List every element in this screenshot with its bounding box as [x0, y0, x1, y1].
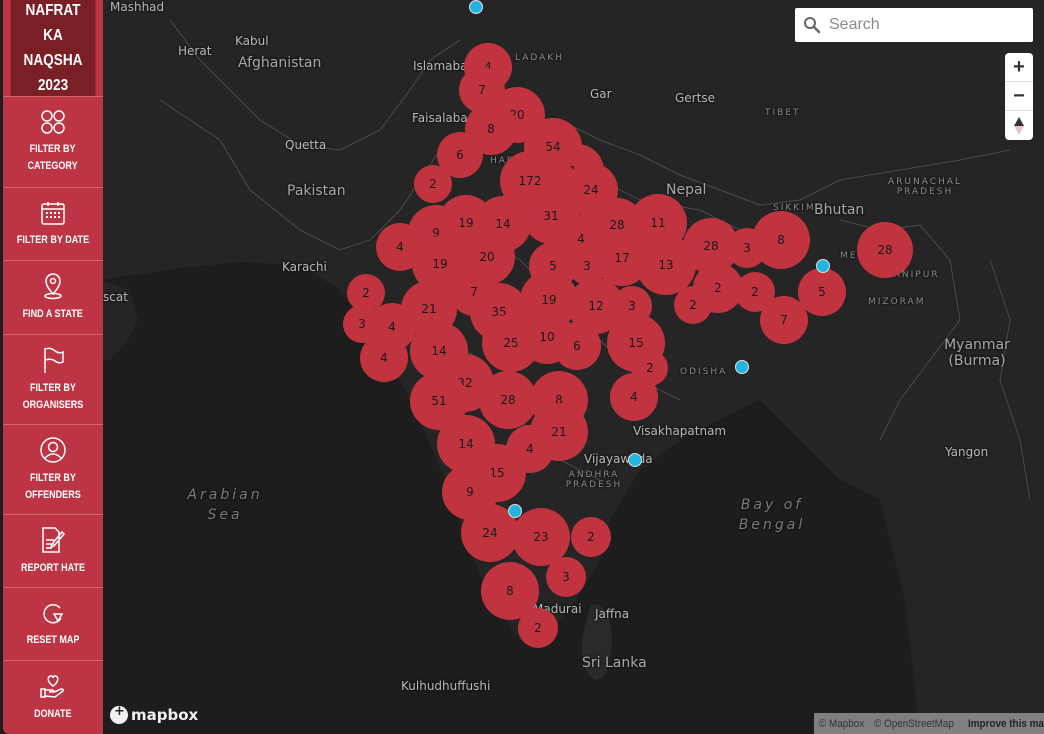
compass-icon [1014, 116, 1024, 135]
map-label-city: Mashhad [110, 0, 165, 14]
map-label-city: Visakhapatnam [633, 424, 727, 438]
map-label-city: scat [103, 290, 128, 304]
map-label-country: Pakistan [287, 183, 346, 199]
incident-cluster[interactable]: 3 [546, 557, 586, 597]
incident-cluster[interactable]: 2 [414, 165, 452, 203]
sidebar-item-label: FILTER BY ORGANISERS [22, 381, 84, 411]
osm-attribution-link[interactable]: © OpenStreetMap [874, 718, 954, 730]
sidebar-item-filter-date[interactable]: FILTER BY DATE [3, 187, 103, 260]
sidebar-item-label: FIND A STATE [22, 308, 84, 320]
incident-cluster[interactable]: 4 [360, 334, 408, 382]
map-label-city: Karachi [282, 260, 327, 274]
sidebar-item-filter-organisers[interactable]: FILTER BY ORGANISERS [3, 334, 103, 424]
map-label-region: LADAKH [515, 53, 564, 63]
hand-heart-icon [40, 674, 64, 698]
map-label-country: Myanmar (Burma) [944, 337, 1010, 369]
incident-cluster[interactable]: 2 [571, 517, 611, 557]
sidebar-item-find-state[interactable]: FIND A STATE [3, 260, 103, 334]
calendar-icon [41, 201, 65, 225]
mapbox-logo-icon [110, 704, 128, 724]
user-circle-icon [40, 436, 66, 463]
map-canvas[interactable]: Mashhad Herat Afghanistan Kabul Islamabad Fai… [0, 0, 1044, 734]
incident-cluster[interactable]: 8 [752, 211, 810, 269]
mapbox-attribution-link[interactable]: © Mapbox [819, 718, 864, 730]
sidebar-item-filter-category[interactable]: FILTER BY CATEGORY [3, 96, 103, 187]
search-box [795, 8, 1033, 42]
map-label-country: Bhutan [814, 202, 865, 218]
map-label-region: MIZORAM [868, 297, 926, 307]
incident-cluster[interactable]: 7 [760, 296, 808, 344]
map-label-country: Nepal [666, 182, 707, 198]
search-input[interactable] [829, 16, 1019, 34]
title-line: NAQSHA [23, 52, 83, 69]
sidebar-item-label: FILTER BY CATEGORY [27, 143, 79, 172]
zoom-in-button[interactable]: + [1005, 53, 1033, 82]
map-navigation-control: + − [1005, 53, 1033, 140]
map-label-sea: Arabian Sea [187, 487, 263, 523]
map-label-city: Gertse [675, 91, 715, 105]
map-pin-icon [44, 273, 62, 300]
map-label-city: Quetta [285, 138, 327, 152]
grid-circles-icon [41, 110, 65, 134]
document-pen-icon [42, 526, 66, 553]
incident-point[interactable] [508, 504, 522, 518]
sidebar-item-label: FILTER BY DATE [16, 233, 90, 246]
sidebar-item-label: REPORT HATE [21, 561, 85, 574]
compass-button[interactable] [1005, 111, 1033, 140]
title-line: 2023 [37, 77, 69, 94]
incident-point[interactable] [469, 0, 483, 14]
incident-point[interactable] [628, 453, 642, 467]
incident-cluster[interactable]: 2 [518, 608, 558, 648]
map-label-region: ODISHA [680, 367, 728, 377]
incident-point[interactable] [735, 360, 749, 374]
title-line: NAFRAT KA [25, 2, 81, 44]
map-label-city: Vijayawada [584, 452, 653, 466]
attribution: © Mapbox © OpenStreetMap Improve this ma… [814, 713, 1044, 734]
sidebar-item-reset-map[interactable]: RESET MAP [3, 587, 103, 660]
sidebar-item-label: FILTER BY OFFENDERS [25, 471, 81, 501]
map-label-country: Sri Lanka [582, 655, 647, 671]
sidebar-item-label: DONATE [34, 707, 72, 720]
map-label-city: Herat [178, 44, 212, 58]
sidebar-item-report-hate[interactable]: REPORT HATE [3, 514, 103, 587]
map-label-city: Jaffna [595, 607, 630, 621]
mapbox-logo[interactable]: mapbox [110, 704, 199, 724]
sidebar: NAFRAT KA NAQSHA 2023 FILTER BY CATEGORY … [3, 0, 103, 734]
incident-cluster[interactable]: 28 [857, 222, 913, 278]
improve-map-link[interactable]: Improve this map [968, 718, 1044, 730]
map-label-city: Kulhudhuffushi [401, 679, 491, 693]
incident-cluster[interactable]: 4 [610, 373, 658, 421]
incident-cluster[interactable]: 28 [479, 371, 537, 429]
map-label-city: Yangon [945, 445, 989, 459]
map-label-region: ARUNACHAL PRADESH [888, 177, 962, 197]
incident-point[interactable] [816, 259, 830, 273]
map-label-region: TIBET [765, 108, 801, 118]
incident-cluster[interactable]: 6 [553, 322, 601, 370]
map-label-country: Afghanistan [238, 55, 322, 71]
map-label-city: Gar [590, 87, 612, 101]
map-label-city: Kabul [235, 34, 269, 48]
sidebar-item-donate[interactable]: DONATE [3, 660, 103, 733]
mapbox-logo-text: mapbox [131, 706, 199, 724]
sidebar-item-label: RESET MAP [26, 633, 80, 646]
flag-icon [44, 347, 64, 373]
search-icon[interactable] [795, 16, 829, 34]
reset-icon [43, 603, 64, 623]
app-title[interactable]: NAFRAT KA NAQSHA 2023 [10, 0, 96, 96]
sidebar-item-filter-offenders[interactable]: FILTER BY OFFENDERS [3, 424, 103, 514]
map-label-region: ANDHRA PRADESH [565, 470, 623, 490]
zoom-out-button[interactable]: − [1005, 82, 1033, 111]
map-label-sea: Bay of Bengal [738, 497, 806, 533]
